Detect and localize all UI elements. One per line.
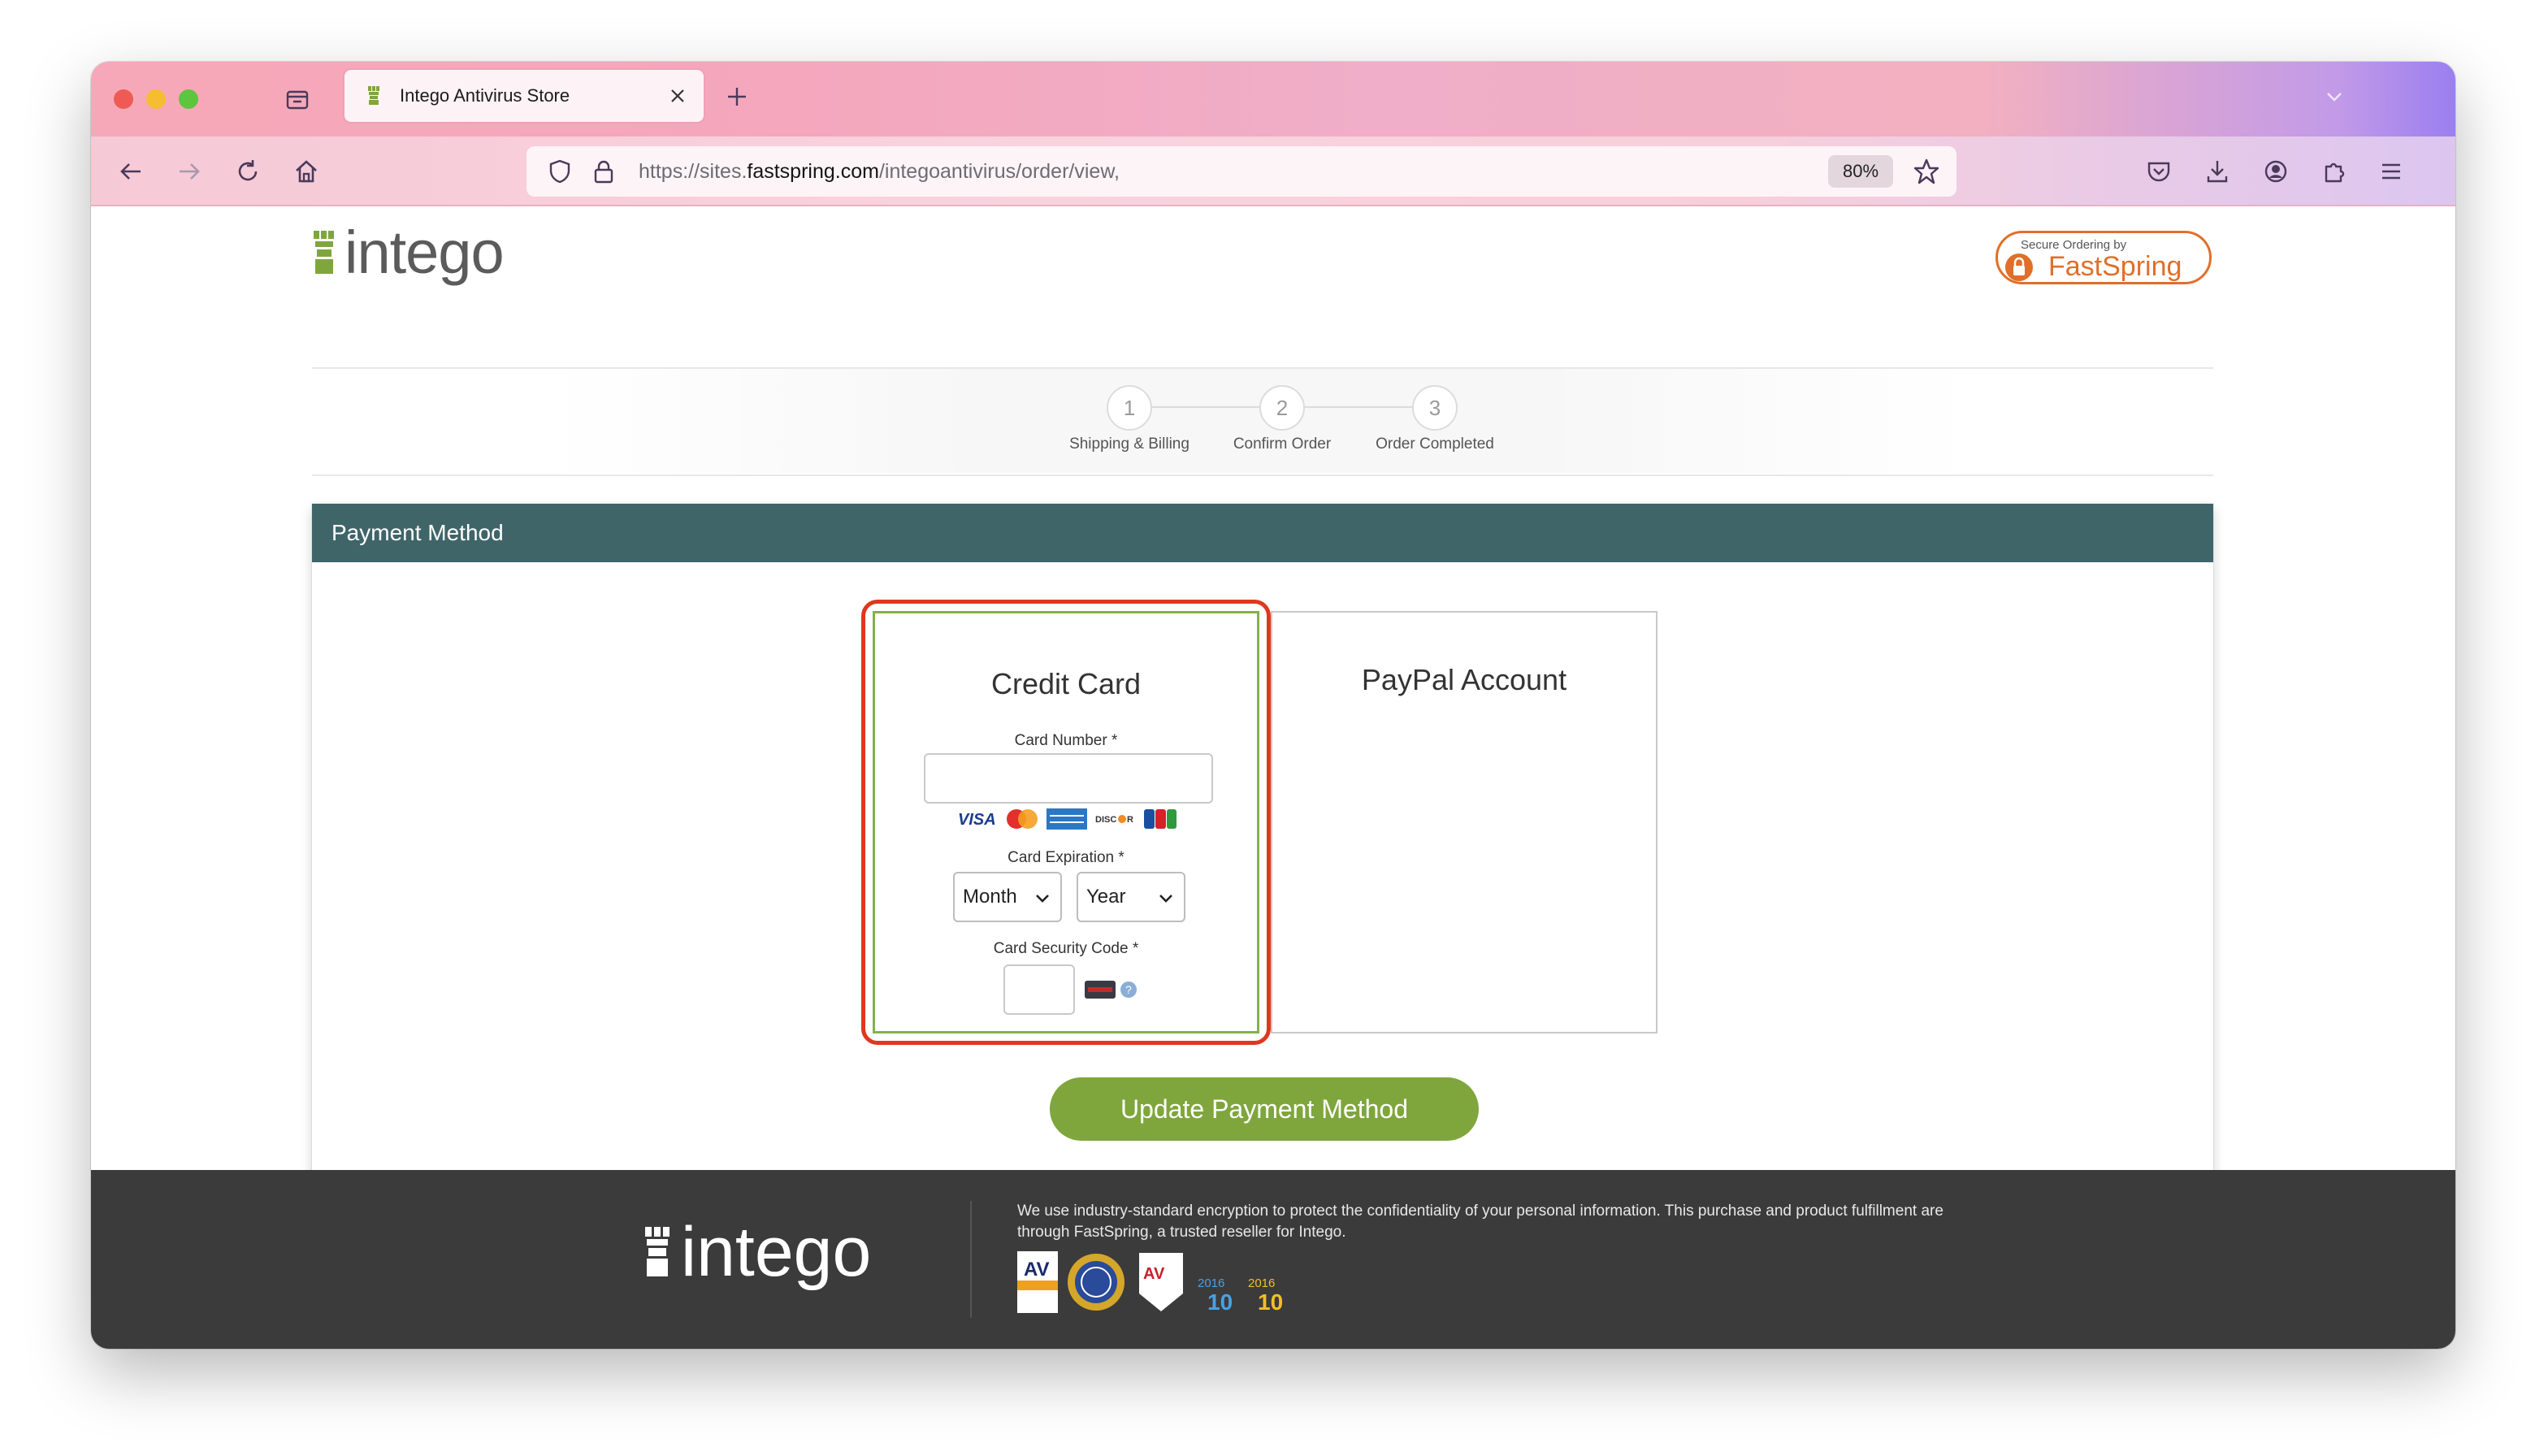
chevron-down-icon bbox=[1159, 895, 1172, 903]
url-path: /integoantivirus/order/view, bbox=[878, 159, 1120, 183]
address-bar[interactable]: https://sites.fastspring.com/integoantiv… bbox=[526, 146, 1956, 197]
tab-strip: Intego Antivirus Store bbox=[91, 62, 2455, 136]
mastercard-icon bbox=[1007, 809, 1038, 829]
footer-intego-logo[interactable]: intego bbox=[644, 1217, 871, 1287]
card-expiration-label: Card Expiration * bbox=[875, 849, 1257, 867]
url-text[interactable]: https://sites.fastspring.com/integoantiv… bbox=[639, 160, 1828, 184]
close-window-button[interactable] bbox=[114, 89, 133, 109]
secure-lock-icon[interactable] bbox=[583, 151, 624, 192]
footer-logo-wordmark: intego bbox=[681, 1213, 872, 1291]
svg-text:AV: AV bbox=[1143, 1265, 1165, 1283]
tab-intego-store[interactable]: Intego Antivirus Store bbox=[343, 68, 705, 124]
account-icon[interactable] bbox=[2254, 150, 2298, 193]
navigation-toolbar: https://sites.fastspring.com/integoantiv… bbox=[91, 136, 2455, 206]
svg-text:R: R bbox=[1127, 815, 1133, 825]
step-3-label: Order Completed bbox=[1376, 436, 1494, 453]
macworld-2016-badge: 201610 bbox=[1196, 1251, 1238, 1313]
downloads-icon[interactable] bbox=[2195, 150, 2239, 193]
intego-favicon-icon bbox=[362, 84, 385, 107]
av-test-certified-badge: AV bbox=[1139, 1253, 1183, 1311]
minimize-window-button[interactable] bbox=[146, 89, 166, 109]
hamburger-menu-icon[interactable] bbox=[2369, 150, 2413, 193]
intego-logo[interactable]: intego bbox=[312, 219, 505, 286]
pocket-icon[interactable] bbox=[2137, 150, 2181, 193]
chevron-down-icon bbox=[1036, 895, 1049, 903]
home-icon[interactable] bbox=[284, 150, 328, 193]
extensions-puzzle-icon[interactable] bbox=[2312, 150, 2356, 193]
svg-text:?: ? bbox=[1125, 983, 1132, 996]
fastspring-secure-badge[interactable]: Secure Ordering by FastSpring bbox=[1996, 231, 2212, 284]
page-footer: intego We use industry-standard encrypti… bbox=[91, 1170, 2455, 1349]
firefox-view-icon[interactable] bbox=[276, 78, 318, 120]
new-tab-plus-icon[interactable] bbox=[717, 76, 757, 117]
security-code-input[interactable] bbox=[1003, 964, 1075, 1015]
logo-wordmark: intego bbox=[344, 219, 505, 286]
browser-window: Intego Antivirus Store https://sites.fas… bbox=[91, 62, 2455, 1349]
certification-badges: AV AV 2016 10 2016 10 bbox=[1017, 1251, 1289, 1313]
step-3-circle: 3 bbox=[1412, 385, 1458, 431]
fastspring-tagline: Secure Ordering by bbox=[2021, 238, 2127, 252]
update-payment-method-button[interactable]: Update Payment Method bbox=[1050, 1077, 1479, 1141]
page-content: intego Secure Ordering by FastSpring 1 2… bbox=[91, 206, 2455, 1191]
svg-text:10: 10 bbox=[1258, 1289, 1283, 1313]
payment-method-panel: Payment Method Credit Card Card Number *… bbox=[312, 504, 2213, 1191]
expiration-year-select[interactable]: Year bbox=[1077, 872, 1185, 922]
jcb-icon bbox=[1144, 809, 1176, 829]
award-year-2: 2016 bbox=[1248, 1276, 1275, 1290]
desktop-background: Intego Antivirus Store https://sites.fas… bbox=[0, 0, 2522, 1456]
required-mark: * bbox=[1111, 732, 1118, 749]
av-badge-text: AV bbox=[1024, 1259, 1050, 1280]
intego-castle-icon bbox=[314, 231, 334, 274]
url-host: fastspring.com bbox=[747, 159, 879, 183]
month-value: Month bbox=[963, 886, 1017, 908]
step-1-circle: 1 bbox=[1107, 385, 1152, 431]
step-2-circle: 2 bbox=[1259, 385, 1305, 431]
forward-arrow-icon[interactable] bbox=[167, 150, 211, 193]
url-prefix: https://sites. bbox=[639, 159, 748, 183]
card-expiration-label-text: Card Expiration bbox=[1008, 849, 1115, 866]
payment-method-heading: Payment Method bbox=[312, 504, 2213, 562]
checkout-steps bbox=[546, 369, 1976, 473]
fastspring-wordmark: FastSpring bbox=[2048, 251, 2182, 282]
paypal-option[interactable]: PayPal Account bbox=[1271, 611, 1658, 1034]
svg-text:DISC: DISC bbox=[1095, 815, 1116, 825]
security-code-label-text: Card Security Code bbox=[993, 940, 1129, 957]
year-value: Year bbox=[1086, 886, 1126, 908]
award-2016-badge: 201610 bbox=[1246, 1251, 1289, 1313]
card-number-label: Card Number * bbox=[875, 732, 1257, 750]
back-arrow-icon[interactable] bbox=[109, 150, 153, 193]
av-comparatives-badge: AV bbox=[1017, 1251, 1058, 1313]
footer-security-text: We use industry-standard encryption to p… bbox=[1017, 1202, 1944, 1241]
zoom-window-button[interactable] bbox=[179, 89, 198, 109]
security-code-label: Card Security Code * bbox=[875, 940, 1257, 958]
steps-divider bbox=[312, 474, 2213, 476]
credit-card-option[interactable]: Credit Card Card Number * VISA DISC R Car… bbox=[873, 611, 1259, 1034]
credit-card-title: Credit Card bbox=[990, 667, 1142, 700]
required-mark: * bbox=[1132, 940, 1139, 957]
visa-icon: VISA bbox=[958, 811, 996, 829]
paypal-title: PayPal Account bbox=[1361, 663, 1567, 696]
card-number-label-text: Card Number bbox=[1014, 732, 1107, 749]
tracking-protection-shield-icon[interactable] bbox=[540, 151, 580, 192]
card-number-input[interactable] bbox=[924, 753, 1213, 804]
tab-title: Intego Antivirus Store bbox=[400, 85, 570, 106]
excellence-seal-badge bbox=[1068, 1254, 1124, 1311]
svg-text:VISA: VISA bbox=[958, 811, 996, 829]
zoom-level-badge[interactable]: 80% bbox=[1828, 155, 1893, 188]
reload-icon[interactable] bbox=[226, 150, 270, 193]
required-mark: * bbox=[1118, 849, 1124, 866]
bookmark-star-icon[interactable] bbox=[1904, 150, 1948, 193]
award-year-1: 2016 bbox=[1198, 1276, 1224, 1290]
svg-text:10: 10 bbox=[1207, 1289, 1233, 1313]
list-all-tabs-chevron-icon[interactable] bbox=[2314, 76, 2355, 117]
cvv-help-icon[interactable]: ? bbox=[1083, 977, 1140, 1002]
card-brands: VISA DISC R bbox=[956, 807, 1184, 831]
footer-castle-icon bbox=[645, 1227, 670, 1276]
fastspring-lock-icon bbox=[2005, 254, 2033, 281]
close-tab-icon[interactable] bbox=[661, 80, 694, 112]
amex-icon bbox=[1046, 808, 1087, 830]
expiration-month-select[interactable]: Month bbox=[953, 872, 1062, 922]
discover-icon: DISC R bbox=[1094, 814, 1138, 825]
footer-divider bbox=[970, 1201, 972, 1318]
